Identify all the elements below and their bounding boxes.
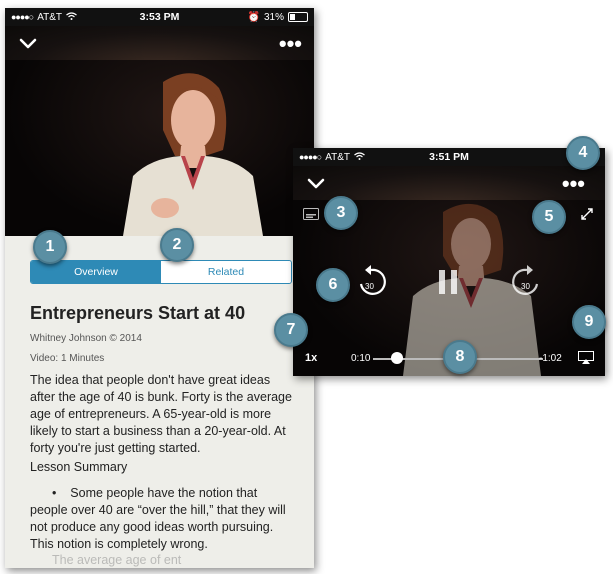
callout-4: 4 bbox=[566, 136, 600, 170]
signal-icon: ●●●●○ bbox=[299, 152, 322, 162]
more-options-icon[interactable]: ••• bbox=[562, 171, 585, 197]
callout-1: 1 bbox=[33, 230, 67, 264]
bullet-dot: • bbox=[52, 486, 71, 500]
fullscreen-icon[interactable] bbox=[581, 208, 593, 220]
tab-related[interactable]: Related bbox=[161, 261, 291, 283]
skip-forward-seconds: 30 bbox=[521, 282, 530, 291]
pause-icon[interactable] bbox=[436, 268, 460, 296]
alarm-icon: ⏰ bbox=[247, 11, 260, 23]
carrier-label: AT&T bbox=[325, 151, 351, 163]
video-area[interactable] bbox=[5, 60, 314, 236]
wifi-icon bbox=[66, 11, 77, 23]
callout-8: 8 bbox=[443, 340, 477, 374]
elapsed-time: 0:10 bbox=[351, 353, 371, 364]
battery-percent: 31% bbox=[263, 11, 284, 23]
scrubber-knob[interactable] bbox=[390, 352, 403, 364]
callout-2: 2 bbox=[160, 228, 194, 262]
segmented-tabs: Overview Related bbox=[30, 260, 292, 284]
chevron-down-icon[interactable] bbox=[17, 32, 39, 54]
callout-5: 5 bbox=[532, 200, 566, 234]
carrier-label: AT&T bbox=[37, 11, 63, 23]
player-screen: ●●●●○AT&T 3:51 PM ⏰32 ••• 30 30 bbox=[293, 148, 605, 376]
lesson-content: Overview Related Entrepreneurs Start at … bbox=[5, 236, 314, 568]
lesson-summary-label: Lesson Summary bbox=[30, 460, 128, 474]
captions-icon[interactable] bbox=[303, 208, 319, 220]
author-credit: Whitney Johnson © 2014 bbox=[30, 333, 142, 344]
callout-3: 3 bbox=[324, 196, 358, 230]
remaining-time: -1:02 bbox=[539, 353, 562, 364]
chevron-down-icon[interactable] bbox=[305, 172, 327, 194]
signal-icon: ●●●●○ bbox=[11, 12, 34, 22]
wifi-icon bbox=[354, 151, 365, 163]
tab-overview[interactable]: Overview bbox=[31, 261, 161, 283]
video-duration: Video: 1 Minutes bbox=[30, 353, 105, 364]
nav-bar-2: ••• bbox=[293, 166, 605, 200]
lesson-description: The idea that people don't have great id… bbox=[30, 373, 292, 455]
clock: 3:51 PM bbox=[429, 151, 469, 163]
playback-speed-button[interactable]: 1x bbox=[305, 352, 317, 364]
nav-bar: ••• bbox=[5, 26, 314, 60]
callout-9: 9 bbox=[572, 305, 606, 339]
airplay-icon[interactable] bbox=[578, 351, 594, 364]
summary-bullet: • Some people have the notion that peopl… bbox=[30, 485, 292, 553]
clock: 3:53 PM bbox=[139, 11, 180, 23]
skip-back-seconds: 30 bbox=[365, 282, 374, 291]
status-bar-2: ●●●●○AT&T 3:51 PM ⏰32 bbox=[293, 148, 605, 166]
skip-back-button[interactable]: 30 bbox=[357, 264, 387, 300]
callout-7: 7 bbox=[274, 313, 308, 347]
speaker-image bbox=[123, 73, 263, 236]
battery-icon bbox=[288, 12, 308, 22]
skip-forward-button[interactable]: 30 bbox=[511, 264, 541, 300]
status-bar: ●●●●○ AT&T 3:53 PM ⏰ 31% bbox=[5, 8, 314, 26]
cut-off-text: The average age of ent bbox=[52, 553, 182, 567]
callout-6: 6 bbox=[316, 268, 350, 302]
lesson-title: Entrepreneurs Start at 40 bbox=[30, 303, 246, 323]
lesson-screen: ●●●●○ AT&T 3:53 PM ⏰ 31% ••• Overview Rela… bbox=[5, 8, 314, 568]
more-options-icon[interactable]: ••• bbox=[279, 31, 302, 57]
